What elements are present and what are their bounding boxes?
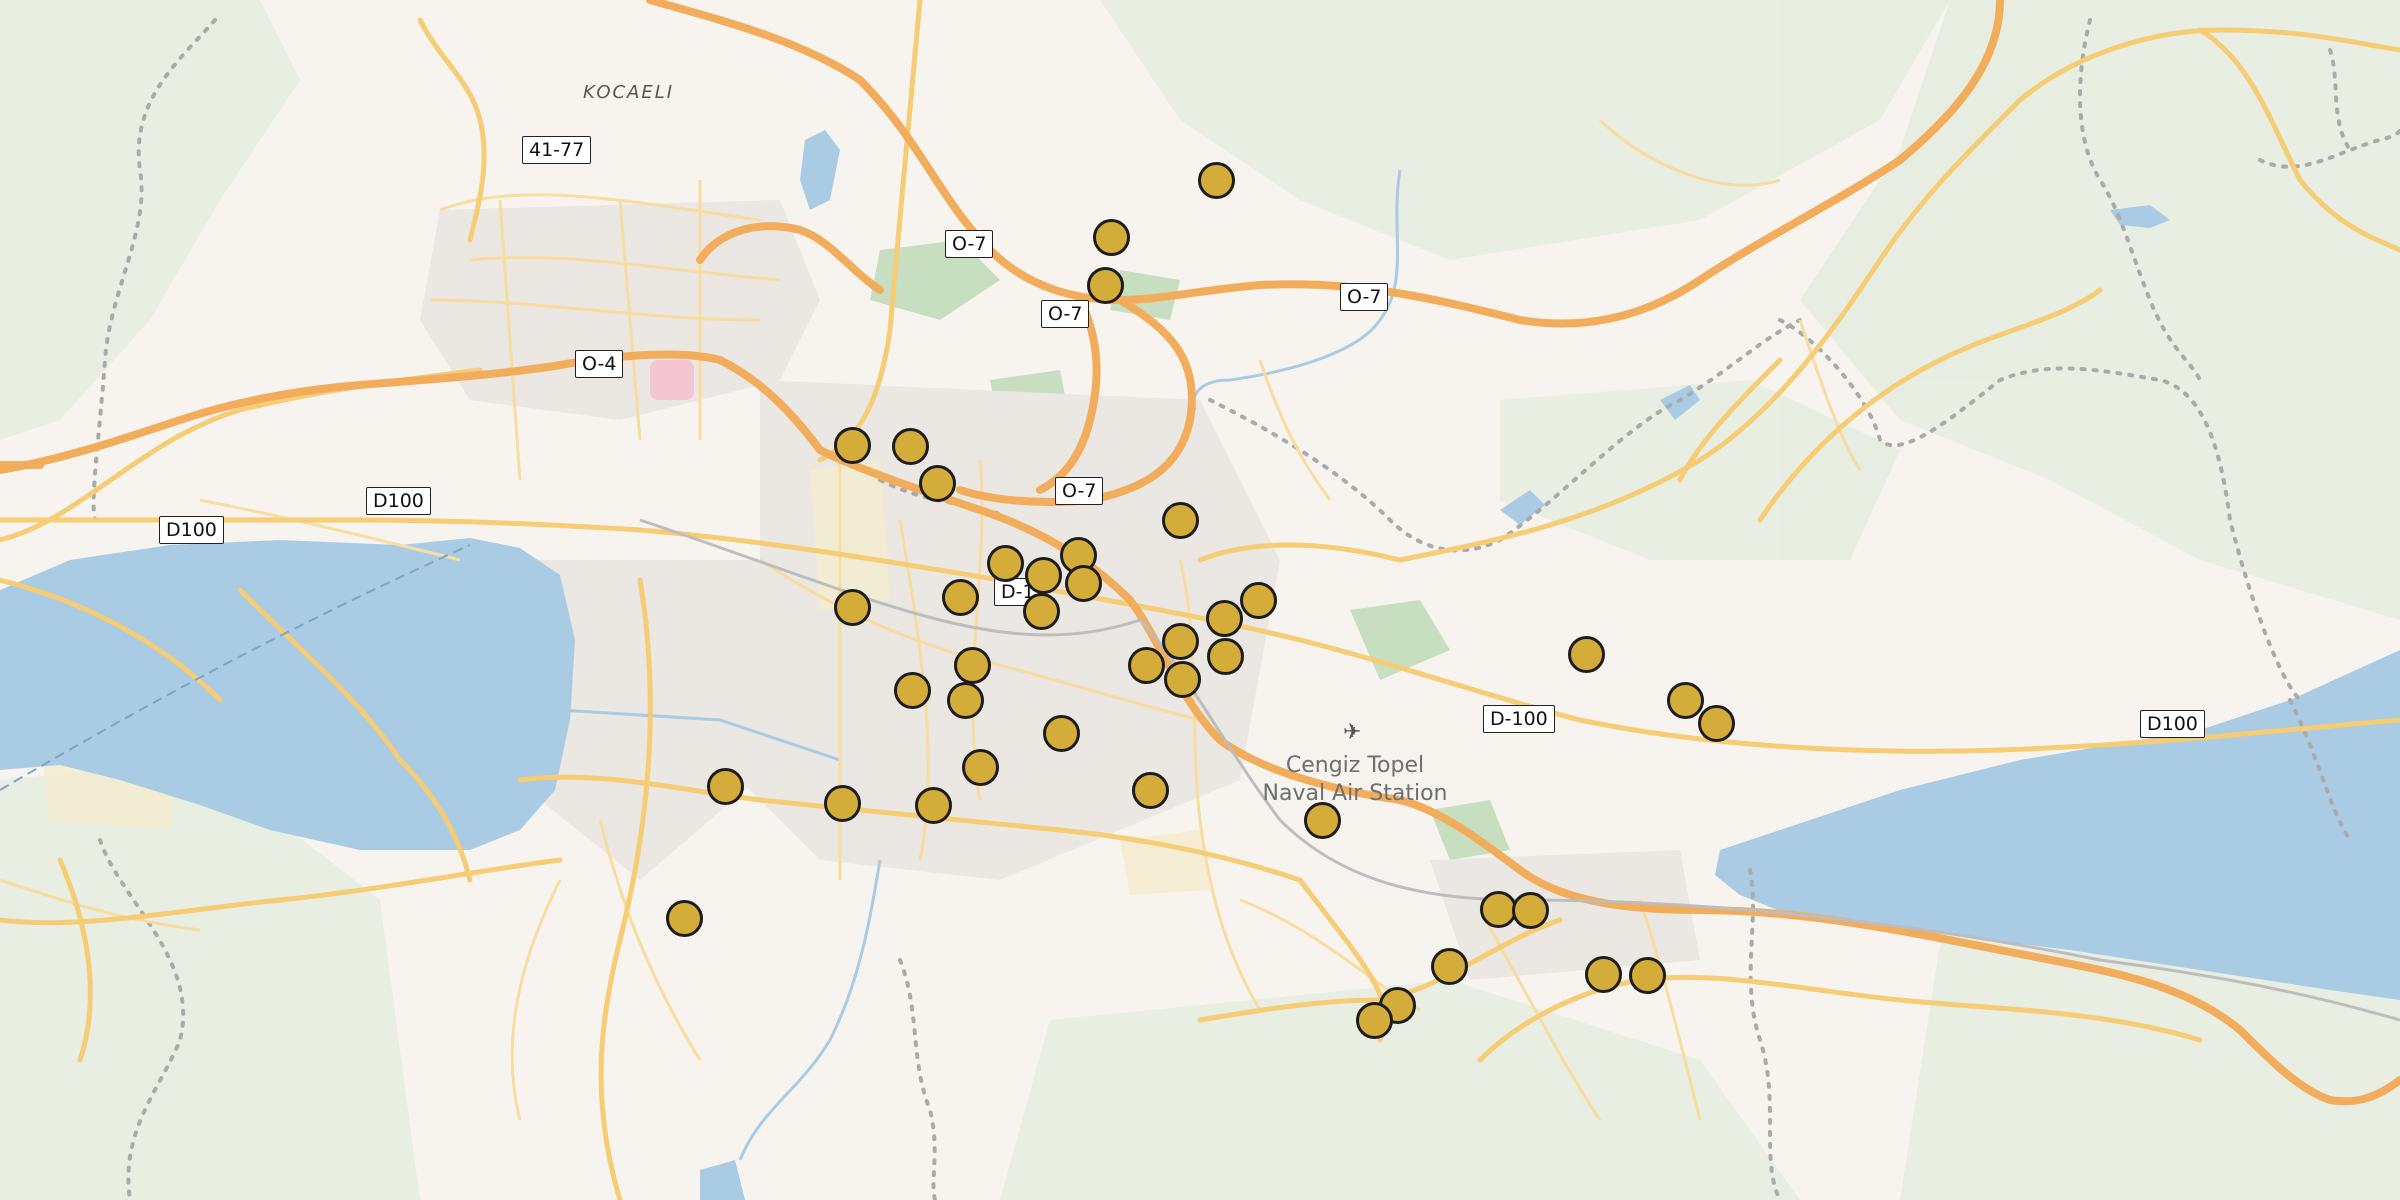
location-marker[interactable] — [1206, 637, 1244, 675]
location-marker[interactable] — [1430, 947, 1468, 985]
location-marker[interactable] — [914, 786, 952, 824]
location-marker[interactable] — [1239, 581, 1277, 619]
location-marker[interactable] — [1092, 218, 1130, 256]
road-shield-o4: O-4 — [575, 350, 624, 378]
location-marker[interactable] — [941, 578, 979, 616]
location-marker[interactable] — [833, 588, 871, 626]
location-marker[interactable] — [918, 464, 956, 502]
location-marker[interactable] — [953, 646, 991, 684]
location-marker[interactable] — [1042, 714, 1080, 752]
airplane-icon: ✈ — [1343, 720, 1362, 745]
location-marker[interactable] — [1197, 161, 1235, 199]
location-marker[interactable] — [1303, 801, 1341, 839]
location-marker[interactable] — [1163, 660, 1201, 698]
location-marker[interactable] — [1022, 592, 1060, 630]
location-marker[interactable] — [891, 427, 929, 465]
location-marker[interactable] — [706, 767, 744, 805]
road-shield-d100: D-100 — [1483, 705, 1555, 733]
location-marker[interactable] — [1086, 266, 1124, 304]
location-marker[interactable] — [1628, 956, 1666, 994]
road-shield-o7: O-7 — [1055, 477, 1104, 505]
location-marker[interactable] — [986, 544, 1024, 582]
location-marker[interactable] — [1511, 891, 1549, 929]
location-marker[interactable] — [893, 671, 931, 709]
pink-landuse — [650, 360, 694, 400]
poi-label-air-station: Cengiz Topel Naval Air Station — [1240, 752, 1470, 808]
road-shield-41-77: 41-77 — [522, 136, 592, 164]
location-marker[interactable] — [1024, 556, 1062, 594]
poi-label-line2: Naval Air Station — [1262, 781, 1448, 806]
road-shield-o7: O-7 — [1041, 300, 1090, 328]
road-shield-d100: D100 — [2140, 710, 2205, 738]
region-label-kocaeli: KOCAELI — [583, 82, 675, 103]
location-marker[interactable] — [1479, 890, 1517, 928]
location-marker[interactable] — [961, 748, 999, 786]
location-marker[interactable] — [1666, 681, 1704, 719]
location-marker[interactable] — [1161, 622, 1199, 660]
road-shield-d100: D100 — [366, 487, 431, 515]
location-marker[interactable] — [1697, 704, 1735, 742]
location-marker[interactable] — [1064, 564, 1102, 602]
location-marker[interactable] — [1205, 599, 1243, 637]
location-marker[interactable] — [1355, 1001, 1393, 1039]
location-marker[interactable] — [1127, 646, 1165, 684]
location-marker[interactable] — [1161, 501, 1199, 539]
location-marker[interactable] — [946, 681, 984, 719]
location-marker[interactable] — [823, 784, 861, 822]
location-marker[interactable] — [665, 899, 703, 937]
road-shield-d100: D100 — [159, 516, 224, 544]
location-marker[interactable] — [1131, 771, 1169, 809]
location-marker[interactable] — [1567, 635, 1605, 673]
location-marker[interactable] — [833, 426, 871, 464]
road-shield-o7: O-7 — [1340, 283, 1389, 311]
location-marker[interactable] — [1584, 955, 1622, 993]
road-shield-o7: O-7 — [945, 230, 994, 258]
map-canvas[interactable]: KOCAELI ✈ Cengiz Topel Naval Air Station… — [0, 0, 2400, 1200]
poi-label-line1: Cengiz Topel — [1285, 753, 1425, 778]
